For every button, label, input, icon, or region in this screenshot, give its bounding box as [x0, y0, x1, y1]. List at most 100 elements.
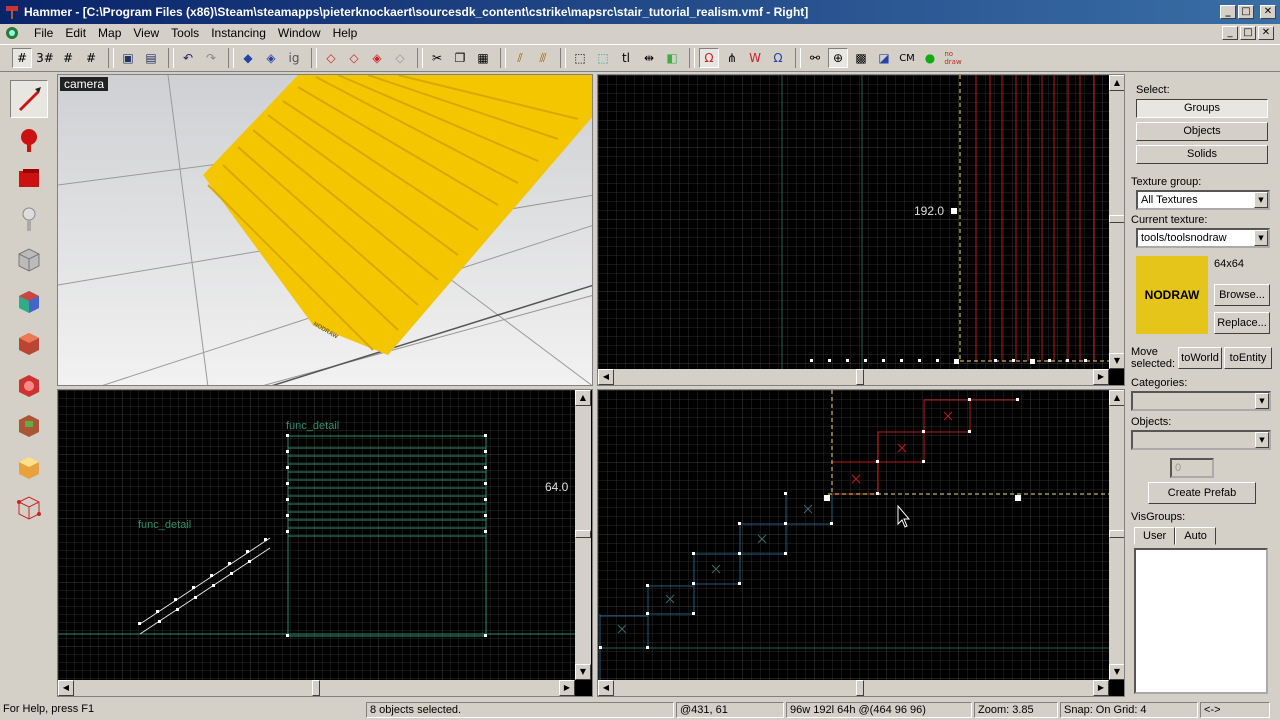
create-prefab-button[interactable]: Create Prefab — [1148, 482, 1256, 504]
vertex-tool-icon[interactable] — [10, 488, 48, 526]
select-solids-button[interactable]: Solids — [1136, 145, 1268, 164]
flip-horizontal-icon[interactable]: ⇹ — [639, 48, 659, 68]
texture-lock-toggle-icon[interactable]: ⫽ — [510, 48, 530, 68]
undo-icon[interactable]: ↶ — [178, 48, 198, 68]
top-right-hscrollbar[interactable]: ◀ ▶ — [598, 369, 1109, 385]
entity-tool-icon[interactable] — [10, 200, 48, 238]
scroll-down-icon[interactable]: ▼ — [1109, 353, 1124, 369]
carve-icon[interactable]: ◆ — [238, 48, 258, 68]
scroll-down-icon[interactable]: ▼ — [1109, 664, 1124, 680]
cordon-icon[interactable]: ◪ — [874, 48, 894, 68]
browse-button[interactable]: Browse... — [1214, 284, 1270, 306]
scroll-thumb[interactable] — [856, 369, 864, 385]
face-edit-icon[interactable]: Ω — [768, 48, 788, 68]
menu-map[interactable]: Map — [92, 26, 127, 40]
texture-scale-lock-icon[interactable]: ⫻ — [533, 48, 553, 68]
group-icon[interactable]: ▣ — [118, 48, 138, 68]
paste-icon[interactable]: ▦ — [473, 48, 493, 68]
bounding-box-icon[interactable]: ⬚ — [570, 48, 590, 68]
camera-viewport[interactable]: NODRAW camera — [57, 74, 593, 386]
texture-group-dropdown[interactable]: All Textures ▼ — [1136, 190, 1270, 210]
chevron-down-icon[interactable]: ▼ — [1255, 393, 1269, 409]
scroll-left-icon[interactable]: ◀ — [598, 680, 614, 696]
flip-vertical-icon[interactable]: ◧ — [662, 48, 682, 68]
menu-file[interactable]: File — [28, 26, 59, 40]
carve-tool-icon[interactable]: ⚯ — [805, 48, 825, 68]
menu-window[interactable]: Window — [272, 26, 327, 40]
selection-box-icon[interactable]: ⬚ — [593, 48, 613, 68]
run-map-icon[interactable]: ● — [920, 48, 940, 68]
menu-instancing[interactable]: Instancing — [205, 26, 272, 40]
bottom-left-vscrollbar[interactable]: ▲ ▼ — [575, 390, 591, 680]
menu-help[interactable]: Help — [327, 26, 364, 40]
scroll-thumb[interactable] — [856, 680, 864, 696]
tab-auto[interactable]: Auto — [1175, 527, 1216, 545]
check-problems-icon[interactable]: ⋔ — [722, 48, 742, 68]
decal-tool-icon[interactable] — [10, 366, 48, 404]
close-button[interactable]: ✕ — [1260, 5, 1276, 19]
selection-tool-icon[interactable] — [10, 80, 48, 118]
grid-larger-icon[interactable]: # — [81, 48, 101, 68]
hollow-icon[interactable]: ◈ — [261, 48, 281, 68]
cm-icon[interactable]: CM — [897, 48, 917, 68]
display-icon[interactable]: ▩ — [851, 48, 871, 68]
scroll-right-icon[interactable]: ▶ — [1093, 680, 1109, 696]
bottom-right-vscrollbar[interactable]: ▲ ▼ — [1109, 390, 1124, 680]
chevron-down-icon[interactable]: ▼ — [1254, 230, 1268, 246]
hide-unselected-icon[interactable]: ◈ — [367, 48, 387, 68]
redo-icon[interactable]: ↷ — [201, 48, 221, 68]
3d-grid-icon[interactable]: 3# — [35, 48, 55, 68]
texture-lock-icon[interactable]: ig — [284, 48, 304, 68]
to-entity-button[interactable]: toEntity — [1224, 347, 1272, 369]
ungroup-icon[interactable]: ▤ — [141, 48, 161, 68]
compile-icon[interactable]: ⊕ — [828, 48, 848, 68]
scroll-right-icon[interactable]: ▶ — [559, 680, 575, 696]
menu-view[interactable]: View — [127, 26, 165, 40]
texture-tool-icon[interactable] — [10, 282, 48, 320]
show-all-icon[interactable]: ◇ — [344, 48, 364, 68]
camera-tool-icon[interactable] — [10, 160, 48, 198]
replace-button[interactable]: Replace... — [1214, 312, 1270, 334]
bottom-left-viewport[interactable]: func_detail func_detail 64.0 ▲ ▼ ◀ ▶ — [57, 389, 593, 697]
scroll-thumb[interactable] — [312, 680, 320, 696]
scroll-thumb[interactable] — [575, 530, 591, 538]
scroll-up-icon[interactable]: ▲ — [1109, 390, 1124, 406]
current-texture-dropdown[interactable]: tools/toolsnodraw ▼ — [1136, 228, 1270, 248]
cut-icon[interactable]: ✂ — [427, 48, 447, 68]
bottom-right-hscrollbar[interactable]: ◀ ▶ — [598, 680, 1109, 696]
select-groups-button[interactable]: Groups — [1136, 99, 1268, 118]
mdi-close-button[interactable]: ✕ — [1258, 26, 1274, 40]
categories-dropdown[interactable]: ▼ — [1131, 391, 1271, 411]
menu-tools[interactable]: Tools — [165, 26, 205, 40]
document-icon[interactable] — [4, 25, 20, 41]
align-icon[interactable]: tl — [616, 48, 636, 68]
hide-selected-icon[interactable]: ◇ — [321, 48, 341, 68]
chevron-down-icon[interactable]: ▼ — [1255, 432, 1269, 448]
scroll-up-icon[interactable]: ▲ — [1109, 75, 1124, 91]
chevron-down-icon[interactable]: ▼ — [1254, 192, 1268, 208]
entity-report-icon[interactable]: Ω — [699, 48, 719, 68]
select-objects-button[interactable]: Objects — [1136, 122, 1268, 141]
bottom-right-viewport[interactable]: ▲ ▼ ◀ ▶ — [597, 389, 1125, 697]
magnify-tool-icon[interactable] — [10, 120, 48, 158]
visgroup-list[interactable] — [1134, 548, 1268, 694]
mdi-restore-button[interactable]: □ — [1240, 26, 1256, 40]
scroll-left-icon[interactable]: ◀ — [598, 369, 614, 385]
scroll-down-icon[interactable]: ▼ — [575, 664, 591, 680]
scroll-thumb[interactable] — [1109, 530, 1124, 538]
toggle-nodraw-icon[interactable]: no draw — [943, 48, 963, 68]
block-tool-icon[interactable] — [10, 240, 48, 278]
menu-edit[interactable]: Edit — [59, 26, 92, 40]
scroll-right-icon[interactable]: ▶ — [1093, 369, 1109, 385]
overlay-tool-icon[interactable] — [10, 406, 48, 444]
grid-smaller-icon[interactable]: # — [58, 48, 78, 68]
maximize-button[interactable]: □ — [1238, 5, 1254, 19]
apply-texture-icon[interactable] — [10, 324, 48, 362]
copy-icon[interactable]: ❐ — [450, 48, 470, 68]
scroll-up-icon[interactable]: ▲ — [575, 390, 591, 406]
scroll-thumb[interactable] — [1109, 215, 1124, 223]
objects-dropdown[interactable]: ▼ — [1131, 430, 1271, 450]
bottom-left-hscrollbar[interactable]: ◀ ▶ — [58, 680, 575, 696]
to-world-button[interactable]: toWorld — [1178, 347, 1222, 369]
scroll-left-icon[interactable]: ◀ — [58, 680, 74, 696]
